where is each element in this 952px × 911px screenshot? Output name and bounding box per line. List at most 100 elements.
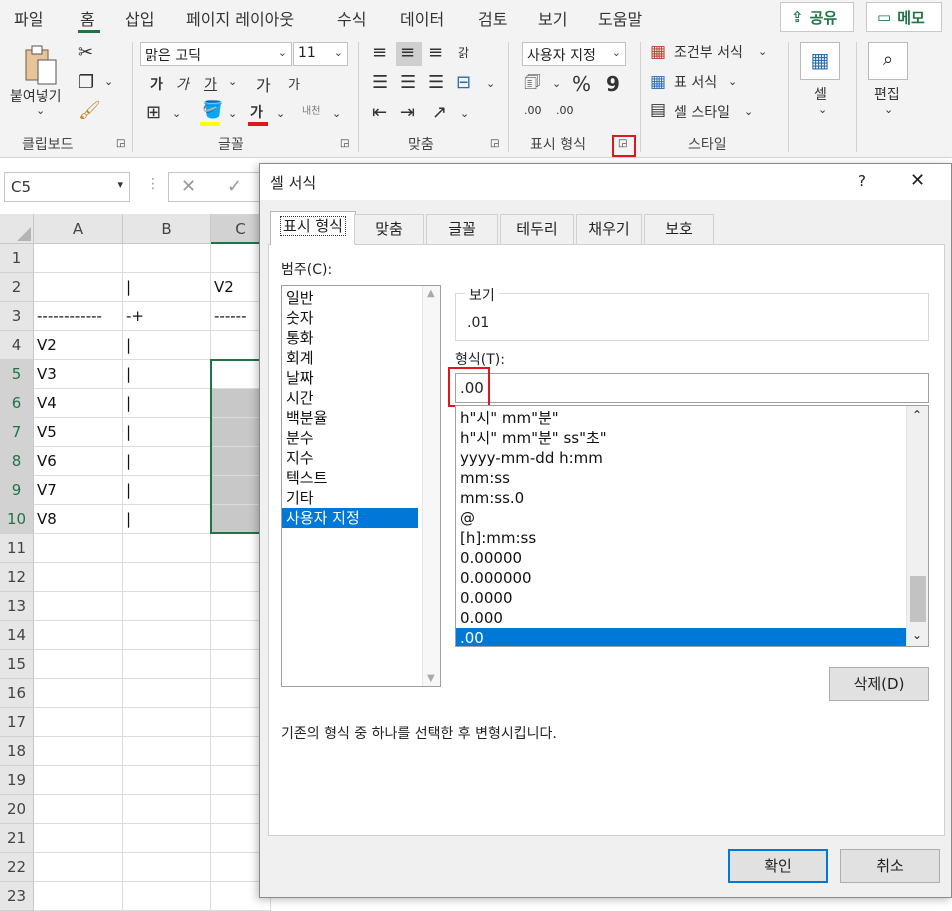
cells-icon[interactable]: ▦ — [800, 42, 840, 80]
grid-cell[interactable]: V8 — [34, 505, 123, 534]
chevron-down-icon[interactable]: ⌄ — [104, 76, 113, 87]
dialog-tab[interactable]: 맞춤 — [354, 214, 424, 244]
row-header[interactable]: 1 — [0, 244, 34, 273]
ok-button[interactable]: 확인 — [728, 849, 828, 883]
font-name-combo[interactable]: 맑은 고딕 ⌄ — [140, 42, 292, 66]
format-item[interactable]: 0.0000 — [456, 588, 908, 608]
grid-cell[interactable] — [123, 592, 211, 621]
row-header[interactable]: 16 — [0, 679, 34, 708]
conditional-format-icon[interactable]: ▦ — [650, 44, 666, 61]
format-item[interactable]: h"시" mm"분" ss"초" — [456, 428, 908, 448]
font-color-button[interactable]: 가 — [250, 102, 263, 122]
format-item[interactable]: yyyy-mm-dd h:mm — [456, 448, 908, 468]
row-header[interactable]: 6 — [0, 389, 34, 418]
close-icon[interactable]: ✕ — [910, 170, 925, 191]
format-item[interactable]: 0.000000 — [456, 568, 908, 588]
category-item[interactable]: 지수 — [282, 448, 418, 468]
category-item[interactable]: 숫자 — [282, 308, 418, 328]
grid-cell[interactable] — [123, 708, 211, 737]
category-item[interactable]: 백분율 — [282, 408, 418, 428]
increase-decimal-button[interactable]: .00 — [524, 104, 542, 117]
orientation-icon[interactable]: ↗ — [432, 104, 447, 122]
format-painter-icon[interactable]: 🖌 — [78, 102, 101, 120]
number-format-combo[interactable]: 사용자 지정 ⌄ — [522, 42, 626, 66]
chevron-down-icon[interactable]: ⌄ — [276, 108, 285, 119]
grid-cell[interactable] — [123, 621, 211, 650]
increase-indent-icon[interactable]: ⇥ — [400, 104, 415, 122]
search-icon[interactable]: ⌕ — [868, 42, 908, 80]
row-header[interactable]: 9 — [0, 476, 34, 505]
category-item[interactable]: 회계 — [282, 348, 418, 368]
chevron-down-icon[interactable]: ⌄ — [460, 108, 469, 119]
grid-cell[interactable]: | — [123, 389, 211, 418]
grid-cell[interactable] — [34, 824, 123, 853]
delete-button[interactable]: 삭제(D) — [829, 667, 929, 701]
tab-page-layout[interactable]: 페이지 레이아웃 — [186, 6, 294, 30]
scroll-up-icon[interactable]: ▲ — [427, 288, 435, 299]
row-header[interactable]: 19 — [0, 766, 34, 795]
tab-file[interactable]: 파일 — [14, 6, 43, 30]
comma-button[interactable]: 9 — [606, 72, 620, 96]
chevron-down-icon[interactable]: ⌄ — [172, 108, 181, 119]
align-top-icon[interactable]: ≡ — [372, 44, 387, 62]
grid-cell[interactable] — [123, 853, 211, 882]
grid-cell[interactable] — [123, 679, 211, 708]
category-item[interactable]: 통화 — [282, 328, 418, 348]
grid-cell[interactable] — [34, 273, 123, 302]
chevron-down-icon[interactable]: ⌄ — [228, 108, 237, 119]
row-header[interactable]: 15 — [0, 650, 34, 679]
grid-cell[interactable] — [34, 621, 123, 650]
row-header[interactable]: 18 — [0, 737, 34, 766]
dialog-tab[interactable]: 글꼴 — [426, 214, 498, 244]
format-item[interactable]: mm:ss — [456, 468, 908, 488]
format-item[interactable]: .00 — [456, 628, 908, 646]
row-header[interactable]: 4 — [0, 331, 34, 360]
grid-cell[interactable] — [34, 592, 123, 621]
category-item[interactable]: 일반 — [282, 288, 418, 308]
grid-cell[interactable]: V5 — [34, 418, 123, 447]
grid-cell[interactable] — [123, 882, 211, 911]
row-header[interactable]: 11 — [0, 534, 34, 563]
grid-cell[interactable] — [34, 563, 123, 592]
italic-button[interactable]: 가 — [176, 74, 189, 94]
grid-cell[interactable]: | — [123, 331, 211, 360]
phonetic-button[interactable]: 내천 — [302, 102, 320, 117]
tab-formulas[interactable]: 수식 — [337, 6, 366, 30]
merge-center-icon[interactable]: ⊟ — [456, 74, 471, 92]
cancel-entry-icon[interactable]: ✕ — [181, 176, 196, 197]
tab-review[interactable]: 검토 — [478, 6, 507, 30]
chevron-down-icon[interactable]: ⌄ — [758, 46, 767, 57]
grid-cell[interactable]: V4 — [34, 389, 123, 418]
grid-cell[interactable] — [123, 650, 211, 679]
row-header[interactable]: 3 — [0, 302, 34, 331]
row-header[interactable]: 13 — [0, 592, 34, 621]
chevron-down-icon[interactable]: ⌄ — [884, 104, 893, 115]
chevron-down-icon[interactable]: ⌄ — [912, 628, 922, 642]
align-left-icon[interactable]: ☰ — [372, 74, 388, 92]
grid-cell[interactable] — [34, 737, 123, 766]
grid-cell[interactable]: | — [123, 418, 211, 447]
confirm-entry-icon[interactable]: ✓ — [227, 176, 242, 197]
font-size-combo[interactable]: 11 ⌄ — [293, 42, 348, 66]
editing-button[interactable]: 편집 — [874, 84, 900, 104]
dialog-launcher-icon[interactable]: ◲ — [340, 139, 352, 151]
row-header[interactable]: 14 — [0, 621, 34, 650]
row-header[interactable]: 22 — [0, 853, 34, 882]
row-header[interactable]: 7 — [0, 418, 34, 447]
format-list[interactable]: h"시" mm"분" h"시" mm"분" ss"초" yyyy-mm-dd h:m… — [455, 405, 929, 647]
worksheet-grid[interactable]: A B C 1 2 | V2 3 ------------ -+ ------ 4 V2 | 5 V3 |… — [0, 214, 271, 911]
grid-cell[interactable] — [34, 679, 123, 708]
borders-icon[interactable]: ⊞ — [146, 104, 161, 122]
chevron-down-icon[interactable]: ⌄ — [818, 104, 827, 115]
grid-cell[interactable] — [123, 563, 211, 592]
tab-home[interactable]: 홈 — [80, 6, 95, 30]
row-header[interactable]: 2 — [0, 273, 34, 302]
grid-cell[interactable] — [34, 244, 123, 273]
format-item[interactable]: @ — [456, 508, 908, 528]
conditional-format-button[interactable]: 조건부 서식 — [674, 42, 743, 62]
decrease-indent-icon[interactable]: ⇤ — [372, 104, 387, 122]
grid-cell[interactable]: ------------ — [34, 302, 123, 331]
grid-cell[interactable]: | — [123, 505, 211, 534]
format-item[interactable]: 0.00000 — [456, 548, 908, 568]
row-header[interactable]: 12 — [0, 563, 34, 592]
